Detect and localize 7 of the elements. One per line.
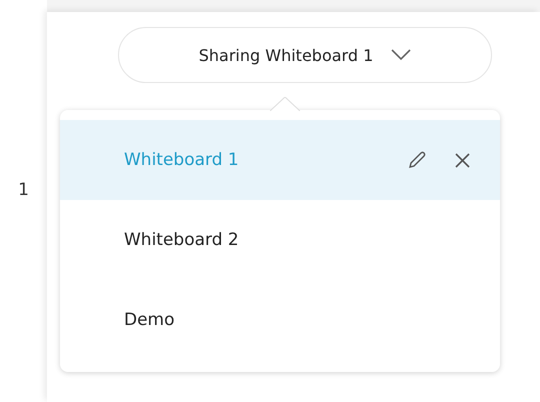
pencil-icon[interactable] (407, 150, 427, 170)
menu-item[interactable]: Demo (60, 280, 500, 360)
share-dropdown[interactable]: Sharing Whiteboard 1 (118, 27, 492, 83)
chevron-down-icon (391, 49, 412, 61)
close-icon[interactable] (455, 152, 470, 168)
menu-item[interactable]: Whiteboard 2 (60, 200, 500, 280)
line-number: 1 (18, 180, 29, 200)
